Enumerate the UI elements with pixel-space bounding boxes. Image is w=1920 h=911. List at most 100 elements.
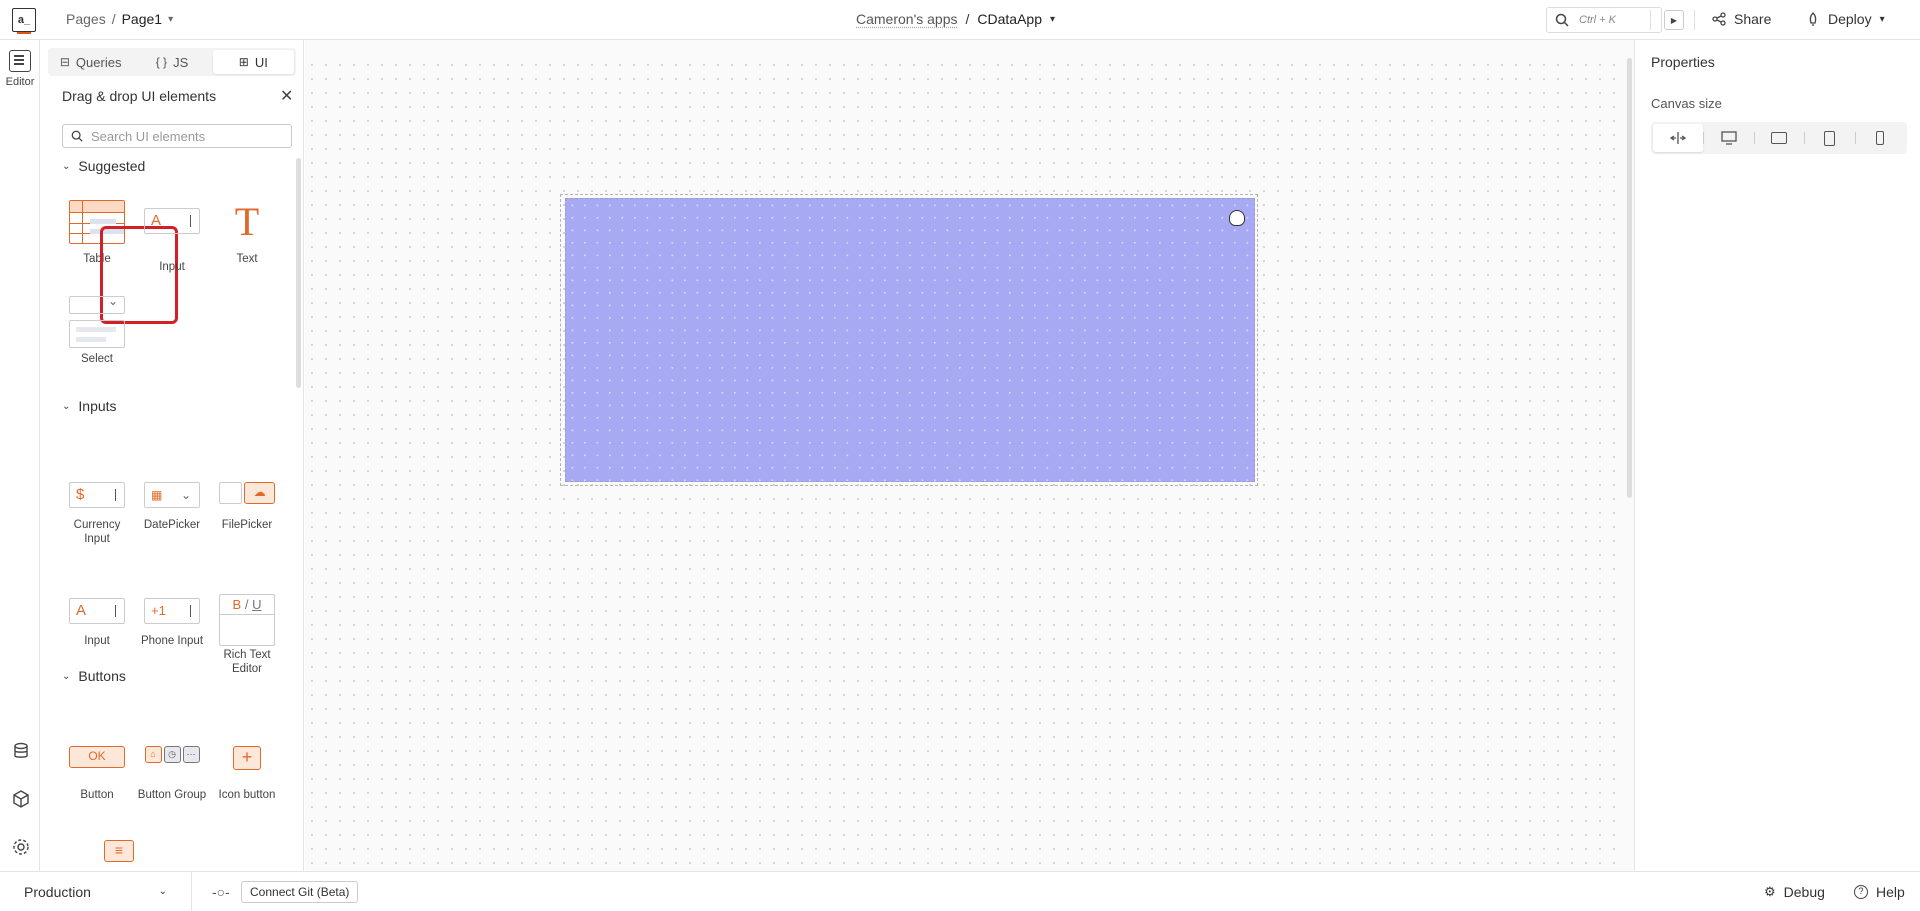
section-label: Buttons — [78, 668, 126, 684]
currency-icon: $ — [69, 482, 125, 510]
chevron-down-icon: ⌄ — [62, 400, 71, 412]
rte-underline-glyph: U — [252, 597, 262, 612]
widget-label: Input — [84, 635, 110, 647]
widget-filepicker[interactable]: ☁ FilePicker — [212, 482, 282, 532]
search-icon — [1555, 13, 1569, 27]
menu-button-icon[interactable]: ≡ — [104, 840, 134, 862]
widget-label: Icon button — [218, 789, 276, 801]
rail-editor-button[interactable]: Editor — [0, 50, 40, 88]
button-icon: OK — [69, 746, 125, 780]
mobile-icon — [1875, 131, 1884, 145]
widget-rich-text-editor[interactable]: B / U Rich Text Editor — [212, 594, 282, 676]
share-icon — [1712, 12, 1726, 26]
deploy-label: Deploy — [1828, 11, 1872, 27]
help-button[interactable]: ? Help — [1854, 884, 1905, 900]
tab-queries[interactable]: ⊟ Queries — [50, 50, 131, 74]
section-label: Suggested — [78, 158, 146, 174]
widgets-icon: ⊞ — [238, 55, 249, 69]
section-buttons[interactable]: ⌄ Buttons — [62, 668, 126, 684]
chevron-down-icon[interactable]: ▾ — [168, 14, 173, 25]
chevron-down-icon[interactable]: ▾ — [1880, 14, 1885, 25]
search-icon — [71, 130, 83, 142]
workspace-link[interactable]: Cameron's apps — [856, 11, 958, 27]
input-widget-icon: A — [69, 598, 125, 626]
widget-label: Button Group — [137, 789, 207, 801]
widget-icon-button[interactable]: + Icon button — [212, 746, 282, 802]
preview-button[interactable]: ▶ — [1664, 10, 1684, 30]
settings-icon[interactable] — [12, 838, 30, 856]
editor-icon — [9, 50, 31, 72]
widget-label: DatePicker — [143, 519, 201, 531]
editor-tabs: ⊟ Queries { } JS ⊞ UI — [48, 48, 296, 76]
packages-icon[interactable] — [12, 790, 30, 808]
breadcrumb[interactable]: Pages / Page1 ▾ — [66, 11, 173, 27]
git-commit-icon: -○- — [212, 884, 230, 900]
widget-button-group[interactable]: ⌂ ◷ ⋯ Button Group — [137, 746, 207, 802]
close-icon[interactable]: ✕ — [280, 86, 293, 106]
braces-icon: { } — [155, 55, 168, 69]
rte-slash-glyph: / — [244, 597, 249, 612]
app-title: Cameron's apps / CDataApp ▾ — [856, 11, 1055, 27]
chevron-down-icon: ⌄ — [62, 160, 71, 172]
widget-search-input[interactable]: Search UI elements — [62, 124, 292, 148]
widget-label: FilePicker — [221, 519, 273, 531]
button-group-icon: ⌂ ◷ ⋯ — [144, 746, 200, 780]
tablet-icon — [1823, 130, 1835, 146]
divider — [1694, 10, 1695, 30]
widget-input[interactable]: A Input — [62, 598, 132, 648]
section-inputs[interactable]: ⌄ Inputs — [62, 398, 117, 414]
calendar-icon: ▦ ⌄ — [144, 482, 200, 510]
canvas[interactable] — [305, 58, 1623, 871]
rocket-icon — [1809, 12, 1817, 26]
properties-pane: Properties Canvas size — [1634, 40, 1920, 871]
canvas-scrollbar[interactable] — [1627, 58, 1632, 498]
search-placeholder: Search UI elements — [91, 128, 206, 144]
widget-label: Rich Text Editor — [223, 649, 271, 675]
widget-text[interactable]: T Text — [212, 200, 282, 266]
widget-button[interactable]: OK Button — [62, 746, 132, 802]
debug-button[interactable]: ⚙ Debug — [1764, 884, 1825, 900]
tablet-landscape-icon — [1771, 132, 1788, 144]
section-suggested[interactable]: ⌄ Suggested — [62, 158, 145, 174]
widget-label: Input — [159, 261, 185, 273]
canvas-size-tablet[interactable] — [1804, 124, 1854, 152]
tab-js[interactable]: { } JS — [131, 50, 212, 74]
properties-title: Properties — [1651, 54, 1715, 70]
panel-scrollbar[interactable] — [296, 158, 301, 388]
drop-zone-preview — [565, 198, 1255, 482]
canvas-size-tablet-landscape[interactable] — [1753, 124, 1804, 152]
canvas-size-desktop[interactable] — [1703, 124, 1753, 152]
widget-select[interactable]: Select — [62, 294, 132, 366]
widget-phone-input[interactable]: +1 Phone Input — [137, 598, 207, 648]
canvas-size-selector — [1651, 122, 1907, 154]
connect-git-button[interactable]: Connect Git (Beta) — [241, 881, 359, 903]
chevron-down-icon[interactable]: ▾ — [1050, 14, 1055, 25]
datasource-icon[interactable] — [12, 742, 30, 760]
appsmith-logo[interactable]: a_ — [12, 8, 36, 34]
panel-heading: Drag & drop UI elements — [62, 88, 217, 104]
more-glyph: ⋯ — [182, 746, 200, 763]
widget-datepicker[interactable]: ▦ ⌄ DatePicker — [137, 482, 207, 532]
chevron-down-icon: ⌄ — [158, 886, 167, 897]
app-name[interactable]: CDataApp — [977, 11, 1042, 27]
widget-input[interactable]: A Input — [137, 200, 207, 274]
widget-label: Select — [81, 353, 113, 365]
breadcrumb-root[interactable]: Pages — [66, 11, 106, 27]
play-icon: ▶ — [1670, 15, 1678, 25]
breadcrumb-page[interactable]: Page1 — [122, 11, 162, 27]
environment-selector[interactable]: Production ⌄ — [0, 872, 192, 911]
omnibar-search-button[interactable]: Ctrl + K — [1546, 7, 1662, 33]
canvas-size-fluid[interactable] — [1653, 124, 1704, 152]
share-button[interactable]: Share — [1712, 11, 1771, 27]
grab-hand-icon — [1229, 210, 1245, 226]
plus-glyph: + — [233, 746, 261, 770]
currency-glyph: $ — [76, 486, 85, 503]
phone-glyph: +1 — [151, 603, 166, 618]
canvas-size-mobile[interactable] — [1854, 124, 1905, 152]
canvas-size-label: Canvas size — [1651, 96, 1722, 111]
deploy-button[interactable]: Deploy ▾ — [1806, 11, 1885, 27]
environment-label: Production — [24, 883, 91, 900]
widget-currency-input[interactable]: $ Currency Input — [62, 482, 132, 546]
top-bar: a_ Pages / Page1 ▾ Cameron's apps / CDat… — [0, 0, 1920, 40]
tab-ui[interactable]: ⊞ UI — [212, 50, 294, 74]
